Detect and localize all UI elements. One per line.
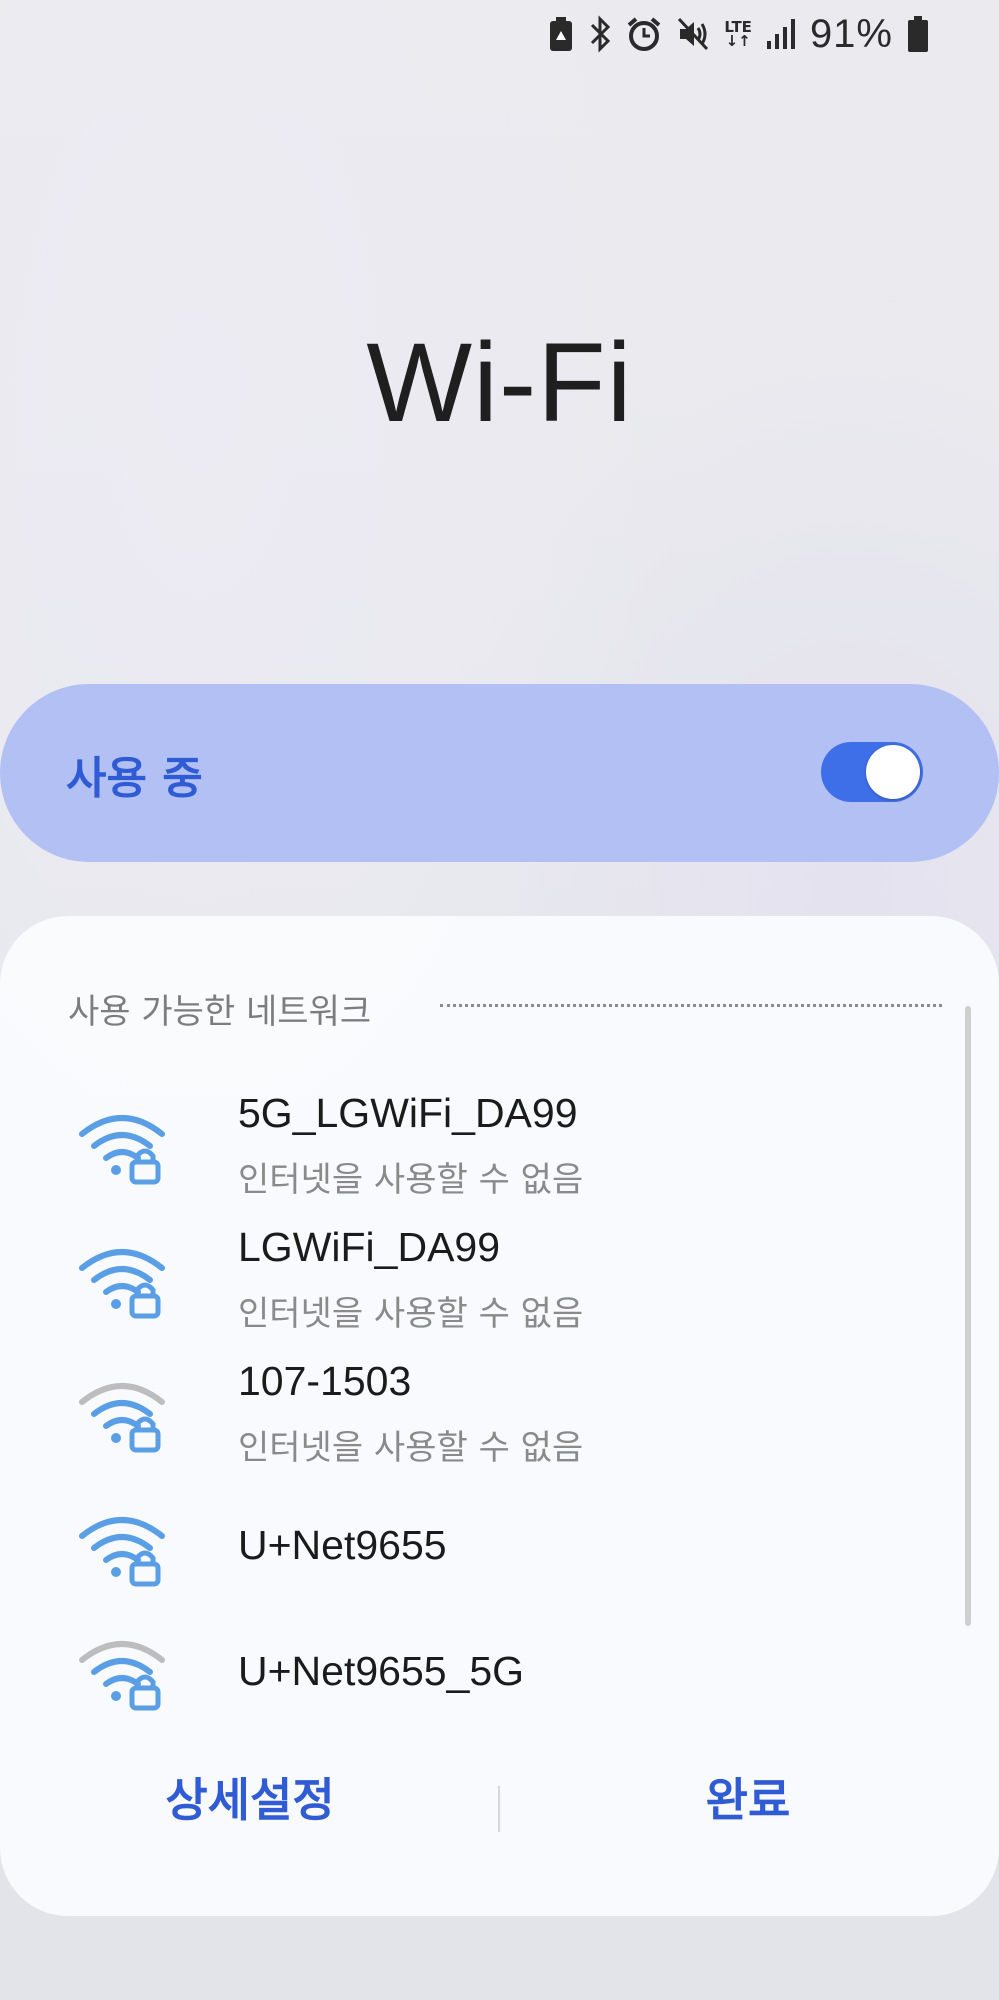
switch-knob [866,745,920,799]
bluetooth-icon [588,14,612,54]
list-item[interactable]: U+Net9655 [0,1486,940,1606]
wifi-lock-icon [79,1115,165,1185]
scrollbar[interactable] [965,1006,971,1626]
done-button[interactable]: 완료 [628,1764,868,1830]
wifi-lock-icon [79,1383,165,1453]
lte-icon: LTE ↓↑ [724,18,752,50]
wifi-toggle-card[interactable]: 사용 중 [0,684,999,862]
wifi-lock-icon [79,1641,165,1711]
network-ssid: U+Net9655 [238,1522,447,1568]
list-item[interactable]: 107-1503 인터넷을 사용할 수 없음 [0,1352,940,1472]
network-ssid: LGWiFi_DA99 [238,1224,501,1270]
loading-indicator [440,1004,942,1007]
list-item[interactable]: LGWiFi_DA99 인터넷을 사용할 수 없음 [0,1218,940,1338]
list-item[interactable]: U+Net9655_5G [0,1620,940,1720]
mute-icon [676,14,710,54]
advanced-settings-button[interactable]: 상세설정 [130,1764,370,1830]
network-ssid: 107-1503 [238,1358,412,1404]
network-status: 인터넷을 사용할 수 없음 [238,1428,584,1468]
network-status: 인터넷을 사용할 수 없음 [238,1160,584,1200]
network-ssid: U+Net9655_5G [238,1648,525,1694]
section-header: 사용 가능한 네트워크 [68,992,372,1032]
battery-percent: 91% [809,11,893,56]
battery-icon [907,14,929,54]
alarm-icon [626,14,662,54]
status-bar: LTE ↓↑ 91% [548,8,929,60]
signal-icon [766,14,796,54]
wifi-switch[interactable] [821,742,923,802]
list-item[interactable]: 5G_LGWiFi_DA99 인터넷을 사용할 수 없음 [0,1084,940,1204]
wifi-lock-icon [79,1517,165,1587]
network-ssid: 5G_LGWiFi_DA99 [238,1090,578,1136]
page-title: Wi-Fi [366,320,633,445]
networks-sheet: 사용 가능한 네트워크 5G_LGWiFi_DA99 인터넷을 사용할 수 없음… [0,916,999,1916]
network-status: 인터넷을 사용할 수 없음 [238,1294,584,1334]
wifi-toggle-label: 사용 중 [66,753,203,804]
button-divider [498,1786,500,1832]
battery-saver-icon [548,14,574,54]
wifi-lock-icon [79,1249,165,1319]
